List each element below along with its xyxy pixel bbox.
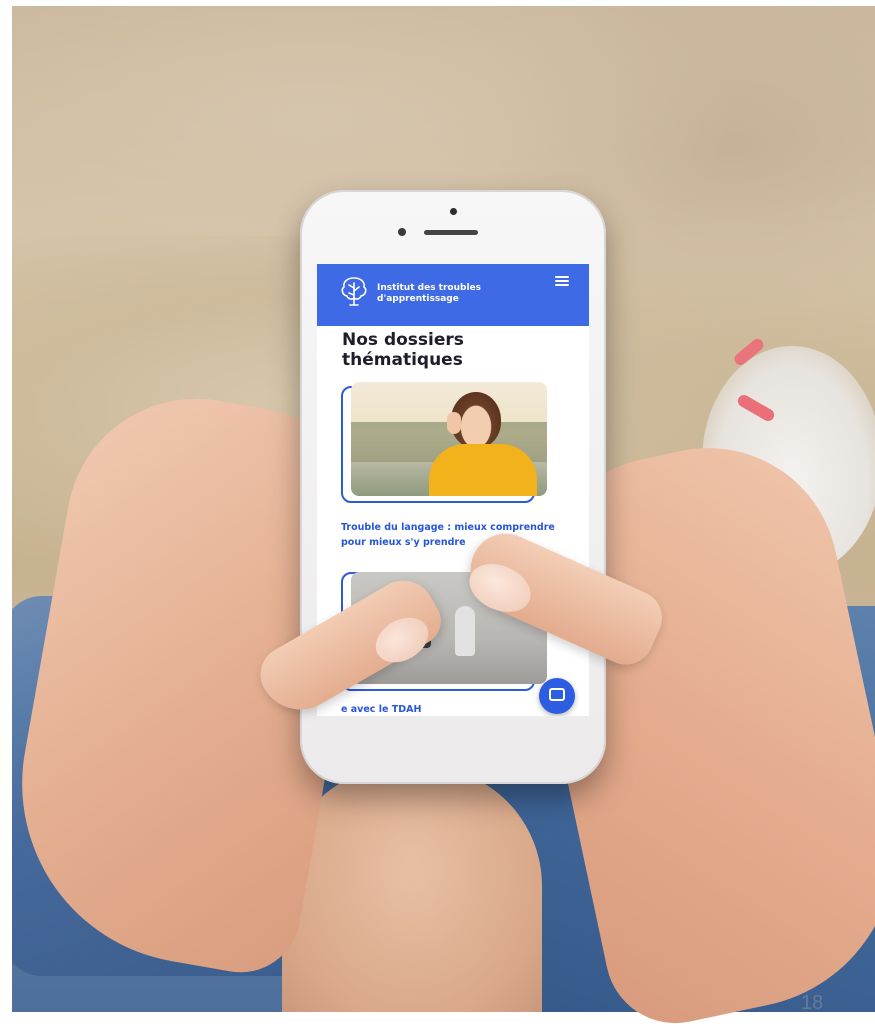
card-image-child[interactable] [351, 382, 547, 496]
child-body [429, 444, 537, 496]
card-title-link[interactable]: e avec le TDAH [341, 702, 541, 716]
leg-skin [282, 766, 542, 1012]
smartphone: Institut des troubles d'apprentissage No… [300, 190, 606, 784]
camera-icon [450, 208, 457, 215]
sensor-icon [398, 228, 406, 236]
chat-bubble-icon [549, 688, 565, 701]
child-hand [447, 412, 461, 434]
page-number: 18 [801, 993, 824, 1012]
speaker-icon [424, 230, 478, 235]
person-figure [455, 606, 475, 656]
chat-button[interactable] [539, 678, 575, 714]
site-header: Institut des troubles d'apprentissage [317, 264, 589, 326]
brain-tree-icon[interactable] [339, 274, 369, 308]
brand-name[interactable]: Institut des troubles d'apprentissage [377, 283, 527, 305]
hamburger-menu-icon[interactable] [555, 276, 569, 286]
page-title: Nos dossiers thématiques [342, 330, 464, 370]
